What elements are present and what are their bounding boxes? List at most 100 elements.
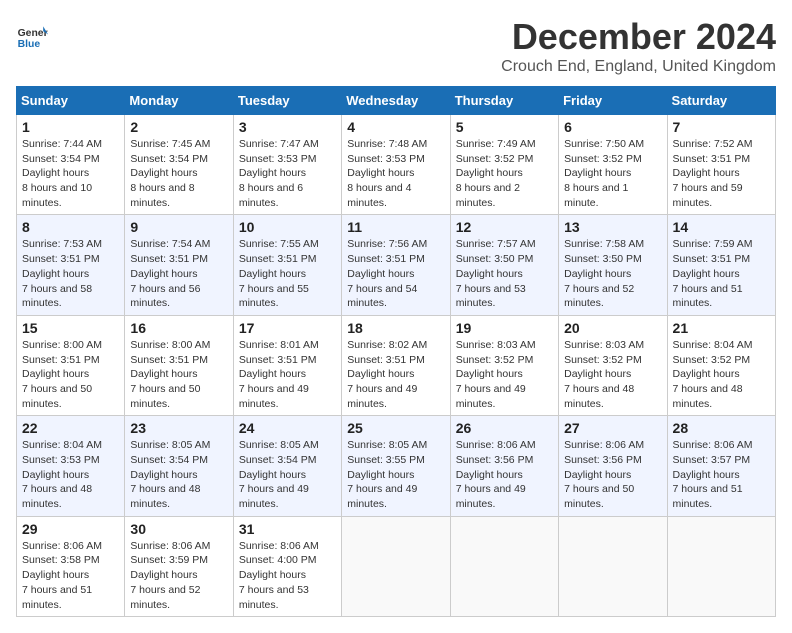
day-number: 23	[130, 420, 227, 436]
day-cell-13: 13 Sunrise: 7:58 AM Sunset: 3:50 PM Dayl…	[559, 215, 667, 315]
day-info: Sunrise: 8:03 AM Sunset: 3:52 PM Dayligh…	[564, 338, 661, 411]
day-number: 1	[22, 119, 119, 135]
calendar-week-row: 8 Sunrise: 7:53 AM Sunset: 3:51 PM Dayli…	[17, 215, 776, 315]
day-info: Sunrise: 8:02 AM Sunset: 3:51 PM Dayligh…	[347, 338, 444, 411]
calendar-table: Sunday Monday Tuesday Wednesday Thursday…	[16, 86, 776, 617]
day-info: Sunrise: 8:06 AM Sunset: 3:57 PM Dayligh…	[673, 438, 770, 511]
day-cell-20: 20 Sunrise: 8:03 AM Sunset: 3:52 PM Dayl…	[559, 315, 667, 415]
day-info: Sunrise: 7:53 AM Sunset: 3:51 PM Dayligh…	[22, 237, 119, 310]
day-cell-11: 11 Sunrise: 7:56 AM Sunset: 3:51 PM Dayl…	[342, 215, 450, 315]
header-saturday: Saturday	[667, 87, 775, 115]
day-info: Sunrise: 7:56 AM Sunset: 3:51 PM Dayligh…	[347, 237, 444, 310]
day-cell-12: 12 Sunrise: 7:57 AM Sunset: 3:50 PM Dayl…	[450, 215, 558, 315]
day-cell-27: 27 Sunrise: 8:06 AM Sunset: 3:56 PM Dayl…	[559, 416, 667, 516]
logo-icon: General Blue	[16, 20, 48, 52]
day-info: Sunrise: 8:06 AM Sunset: 3:56 PM Dayligh…	[456, 438, 553, 511]
day-number: 27	[564, 420, 661, 436]
day-number: 8	[22, 219, 119, 235]
day-cell-8: 8 Sunrise: 7:53 AM Sunset: 3:51 PM Dayli…	[17, 215, 125, 315]
day-cell-16: 16 Sunrise: 8:00 AM Sunset: 3:51 PM Dayl…	[125, 315, 233, 415]
empty-cell	[450, 516, 558, 616]
day-cell-23: 23 Sunrise: 8:05 AM Sunset: 3:54 PM Dayl…	[125, 416, 233, 516]
header-tuesday: Tuesday	[233, 87, 341, 115]
day-info: Sunrise: 8:03 AM Sunset: 3:52 PM Dayligh…	[456, 338, 553, 411]
day-number: 14	[673, 219, 770, 235]
day-cell-3: 3 Sunrise: 7:47 AM Sunset: 3:53 PM Dayli…	[233, 115, 341, 215]
day-number: 20	[564, 320, 661, 336]
day-number: 25	[347, 420, 444, 436]
day-number: 31	[239, 521, 336, 537]
day-cell-4: 4 Sunrise: 7:48 AM Sunset: 3:53 PM Dayli…	[342, 115, 450, 215]
day-cell-18: 18 Sunrise: 8:02 AM Sunset: 3:51 PM Dayl…	[342, 315, 450, 415]
day-number: 5	[456, 119, 553, 135]
day-info: Sunrise: 8:06 AM Sunset: 3:59 PM Dayligh…	[130, 539, 227, 612]
day-cell-25: 25 Sunrise: 8:05 AM Sunset: 3:55 PM Dayl…	[342, 416, 450, 516]
day-info: Sunrise: 8:05 AM Sunset: 3:55 PM Dayligh…	[347, 438, 444, 511]
day-info: Sunrise: 7:50 AM Sunset: 3:52 PM Dayligh…	[564, 137, 661, 210]
day-info: Sunrise: 7:45 AM Sunset: 3:54 PM Dayligh…	[130, 137, 227, 210]
day-number: 21	[673, 320, 770, 336]
day-info: Sunrise: 7:54 AM Sunset: 3:51 PM Dayligh…	[130, 237, 227, 310]
calendar-header-row: Sunday Monday Tuesday Wednesday Thursday…	[17, 87, 776, 115]
calendar-week-row: 1 Sunrise: 7:44 AM Sunset: 3:54 PM Dayli…	[17, 115, 776, 215]
day-cell-6: 6 Sunrise: 7:50 AM Sunset: 3:52 PM Dayli…	[559, 115, 667, 215]
day-info: Sunrise: 8:06 AM Sunset: 3:58 PM Dayligh…	[22, 539, 119, 612]
day-number: 28	[673, 420, 770, 436]
day-number: 15	[22, 320, 119, 336]
day-number: 3	[239, 119, 336, 135]
day-number: 29	[22, 521, 119, 537]
day-number: 30	[130, 521, 227, 537]
day-number: 12	[456, 219, 553, 235]
day-number: 13	[564, 219, 661, 235]
day-number: 2	[130, 119, 227, 135]
header-sunday: Sunday	[17, 87, 125, 115]
title-area: December 2024 Crouch End, England, Unite…	[501, 16, 776, 76]
header-friday: Friday	[559, 87, 667, 115]
empty-cell	[342, 516, 450, 616]
svg-text:Blue: Blue	[18, 39, 41, 50]
calendar-week-row: 22 Sunrise: 8:04 AM Sunset: 3:53 PM Dayl…	[17, 416, 776, 516]
day-number: 18	[347, 320, 444, 336]
day-cell-7: 7 Sunrise: 7:52 AM Sunset: 3:51 PM Dayli…	[667, 115, 775, 215]
day-info: Sunrise: 8:06 AM Sunset: 3:56 PM Dayligh…	[564, 438, 661, 511]
day-cell-17: 17 Sunrise: 8:01 AM Sunset: 3:51 PM Dayl…	[233, 315, 341, 415]
day-cell-2: 2 Sunrise: 7:45 AM Sunset: 3:54 PM Dayli…	[125, 115, 233, 215]
day-info: Sunrise: 7:49 AM Sunset: 3:52 PM Dayligh…	[456, 137, 553, 210]
day-info: Sunrise: 7:47 AM Sunset: 3:53 PM Dayligh…	[239, 137, 336, 210]
day-info: Sunrise: 8:04 AM Sunset: 3:52 PM Dayligh…	[673, 338, 770, 411]
day-info: Sunrise: 8:04 AM Sunset: 3:53 PM Dayligh…	[22, 438, 119, 511]
day-info: Sunrise: 8:05 AM Sunset: 3:54 PM Dayligh…	[239, 438, 336, 511]
day-info: Sunrise: 7:58 AM Sunset: 3:50 PM Dayligh…	[564, 237, 661, 310]
day-info: Sunrise: 7:44 AM Sunset: 3:54 PM Dayligh…	[22, 137, 119, 210]
page-header: General Blue December 2024 Crouch End, E…	[16, 16, 776, 76]
calendar-week-row: 29 Sunrise: 8:06 AM Sunset: 3:58 PM Dayl…	[17, 516, 776, 616]
day-cell-10: 10 Sunrise: 7:55 AM Sunset: 3:51 PM Dayl…	[233, 215, 341, 315]
month-title: December 2024	[501, 16, 776, 58]
day-cell-14: 14 Sunrise: 7:59 AM Sunset: 3:51 PM Dayl…	[667, 215, 775, 315]
calendar-week-row: 15 Sunrise: 8:00 AM Sunset: 3:51 PM Dayl…	[17, 315, 776, 415]
day-info: Sunrise: 7:59 AM Sunset: 3:51 PM Dayligh…	[673, 237, 770, 310]
empty-cell	[667, 516, 775, 616]
empty-cell	[559, 516, 667, 616]
day-number: 26	[456, 420, 553, 436]
header-thursday: Thursday	[450, 87, 558, 115]
day-cell-26: 26 Sunrise: 8:06 AM Sunset: 3:56 PM Dayl…	[450, 416, 558, 516]
day-info: Sunrise: 7:57 AM Sunset: 3:50 PM Dayligh…	[456, 237, 553, 310]
day-info: Sunrise: 7:52 AM Sunset: 3:51 PM Dayligh…	[673, 137, 770, 210]
day-cell-9: 9 Sunrise: 7:54 AM Sunset: 3:51 PM Dayli…	[125, 215, 233, 315]
day-cell-29: 29 Sunrise: 8:06 AM Sunset: 3:58 PM Dayl…	[17, 516, 125, 616]
day-number: 19	[456, 320, 553, 336]
day-info: Sunrise: 8:05 AM Sunset: 3:54 PM Dayligh…	[130, 438, 227, 511]
day-number: 16	[130, 320, 227, 336]
day-cell-30: 30 Sunrise: 8:06 AM Sunset: 3:59 PM Dayl…	[125, 516, 233, 616]
day-number: 10	[239, 219, 336, 235]
day-cell-19: 19 Sunrise: 8:03 AM Sunset: 3:52 PM Dayl…	[450, 315, 558, 415]
day-number: 24	[239, 420, 336, 436]
day-cell-15: 15 Sunrise: 8:00 AM Sunset: 3:51 PM Dayl…	[17, 315, 125, 415]
day-cell-28: 28 Sunrise: 8:06 AM Sunset: 3:57 PM Dayl…	[667, 416, 775, 516]
day-cell-22: 22 Sunrise: 8:04 AM Sunset: 3:53 PM Dayl…	[17, 416, 125, 516]
day-number: 6	[564, 119, 661, 135]
day-cell-5: 5 Sunrise: 7:49 AM Sunset: 3:52 PM Dayli…	[450, 115, 558, 215]
day-cell-1: 1 Sunrise: 7:44 AM Sunset: 3:54 PM Dayli…	[17, 115, 125, 215]
day-info: Sunrise: 8:01 AM Sunset: 3:51 PM Dayligh…	[239, 338, 336, 411]
